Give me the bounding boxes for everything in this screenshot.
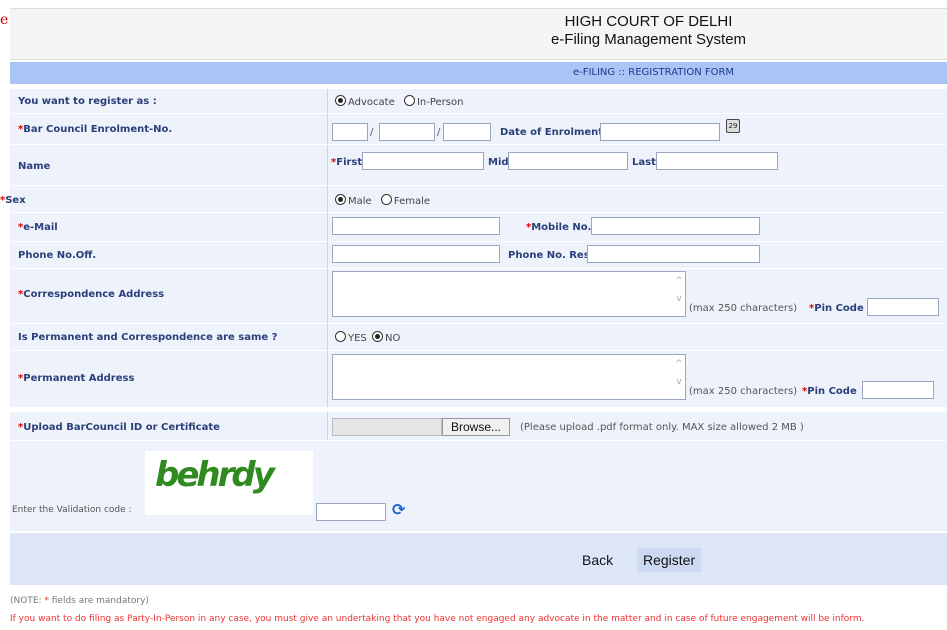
captcha-input[interactable] — [316, 503, 386, 521]
permanent-hint: (max 250 characters) — [689, 386, 798, 397]
row-register-as: You want to register as : Advocate In-Pe… — [10, 89, 947, 114]
file-path-field[interactable] — [332, 418, 442, 436]
permanent-address-textarea[interactable] — [332, 354, 686, 400]
enrolment-part2-input[interactable] — [379, 123, 435, 141]
radio-in-person-circle[interactable] — [403, 95, 415, 106]
upload-hint: (Please upload .pdf format only. MAX siz… — [520, 422, 804, 433]
enrolment-part1-input[interactable] — [332, 123, 368, 141]
radio-yes-circle[interactable] — [335, 331, 346, 342]
form-title-bar: e-FILING :: REGISTRATION FORM — [10, 62, 947, 84]
page-header: HIGH COURT OF DELHI e-Filing Management … — [10, 8, 947, 60]
register-button[interactable]: Register — [637, 548, 702, 572]
radio-female-circle[interactable] — [380, 194, 392, 205]
bar-council-label: *Bar Council Enrolment-No. — [18, 124, 173, 135]
radio-no[interactable]: NO — [371, 331, 400, 344]
browse-button[interactable]: Browse... — [442, 418, 511, 436]
correspondence-scroll[interactable]: ^ v — [674, 272, 684, 308]
email-input[interactable] — [332, 217, 500, 235]
action-bar: Back Register — [10, 533, 947, 585]
correspondence-address-textarea[interactable] — [332, 271, 686, 317]
radio-male[interactable]: Male — [335, 194, 372, 207]
row-email: *e-Mail *Mobile No. — [10, 213, 947, 242]
last-label: Last — [632, 157, 656, 168]
row-phone: Phone No.Off. Phone No. Res. — [10, 242, 947, 269]
last-name-input[interactable] — [656, 152, 778, 170]
row-correspondence-address: *Correspondence Address ^ v (max 250 char… — [10, 269, 947, 324]
row-upload: *Upload BarCouncil ID or Certificate Bro… — [10, 412, 947, 441]
name-label: Name — [18, 161, 51, 172]
enrolment-part3-input[interactable] — [443, 123, 491, 141]
row-same-address: Is Permanent and Correspondence are same… — [10, 324, 947, 351]
back-button[interactable]: Back — [576, 548, 620, 572]
phone-res-input[interactable] — [587, 245, 760, 263]
same-address-label: Is Permanent and Correspondence are same… — [18, 332, 278, 343]
radio-in-person[interactable]: In-Person — [403, 95, 463, 108]
date-of-enrolment-label: Date of Enrolment — [500, 127, 604, 138]
enrolment-sep1: / — [370, 127, 374, 138]
form-title: e-FILING :: REGISTRATION FORM — [572, 67, 735, 78]
row-name: Name *First Mid Last — [10, 145, 947, 186]
edge-text: e — [0, 12, 9, 28]
mid-label: Mid — [488, 157, 509, 168]
upload-label: *Upload BarCouncil ID or Certificate — [18, 422, 220, 433]
email-label: *e-Mail — [18, 222, 58, 233]
refresh-icon[interactable]: ⟳ — [392, 502, 408, 518]
first-label: *First — [331, 157, 363, 168]
captcha-image: behrdy — [145, 451, 313, 515]
system-title: e-Filing Management System — [550, 31, 747, 48]
correspondence-pin-input[interactable] — [867, 298, 939, 316]
permanent-address-label: *Permanent Address — [18, 373, 135, 384]
permanent-pin-label: *Pin Code — [802, 386, 857, 397]
phone-res-label: Phone No. Res. — [508, 250, 594, 261]
register-as-label: You want to register as : — [18, 96, 157, 107]
radio-no-circle[interactable] — [371, 331, 383, 342]
correspondence-pin-label: *Pin Code — [809, 303, 864, 314]
phone-off-label: Phone No.Off. — [18, 250, 97, 261]
radio-yes[interactable]: YES — [335, 331, 367, 344]
permanent-pin-input[interactable] — [862, 381, 934, 399]
same-address-radio-group: YES NO — [335, 331, 406, 344]
mid-name-input[interactable] — [508, 152, 628, 170]
sex-radio-group: Male Female — [335, 194, 436, 207]
date-of-enrolment-input[interactable] — [600, 123, 720, 141]
correspondence-address-label: *Correspondence Address — [18, 289, 165, 300]
mobile-input[interactable] — [591, 217, 760, 235]
mobile-label: *Mobile No. — [526, 222, 592, 233]
captcha-label: Enter the Validation code : — [12, 505, 132, 515]
permanent-scroll[interactable]: ^ v — [674, 355, 684, 391]
enrolment-sep2: / — [437, 127, 441, 138]
calendar-icon[interactable]: 29 — [726, 119, 740, 133]
court-title: HIGH COURT OF DELHI — [564, 13, 733, 30]
party-in-person-note: If you want to do filing as Party-In-Per… — [10, 614, 865, 624]
row-permanent-address: *Permanent Address ^ v (max 250 character… — [10, 351, 947, 408]
radio-male-circle[interactable] — [335, 194, 346, 205]
radio-female[interactable]: Female — [380, 194, 430, 207]
sex-label: *Sex — [0, 195, 26, 206]
radio-advocate-circle[interactable] — [335, 95, 346, 106]
radio-advocate[interactable]: Advocate — [335, 95, 395, 108]
phone-off-input[interactable] — [332, 245, 500, 263]
row-bar-council: *Bar Council Enrolment-No. / / Date of E… — [10, 114, 947, 145]
row-sex: *Sex Male Female — [0, 186, 947, 213]
mandatory-note: (NOTE: * fields are mandatory) — [10, 596, 149, 606]
register-as-radio-group: Advocate In-Person — [335, 95, 469, 108]
correspondence-hint: (max 250 characters) — [689, 303, 798, 314]
captcha-code: behrdy — [155, 455, 275, 495]
row-captcha: Enter the Validation code : behrdy ⟳ — [10, 441, 947, 531]
first-name-input[interactable] — [362, 152, 484, 170]
